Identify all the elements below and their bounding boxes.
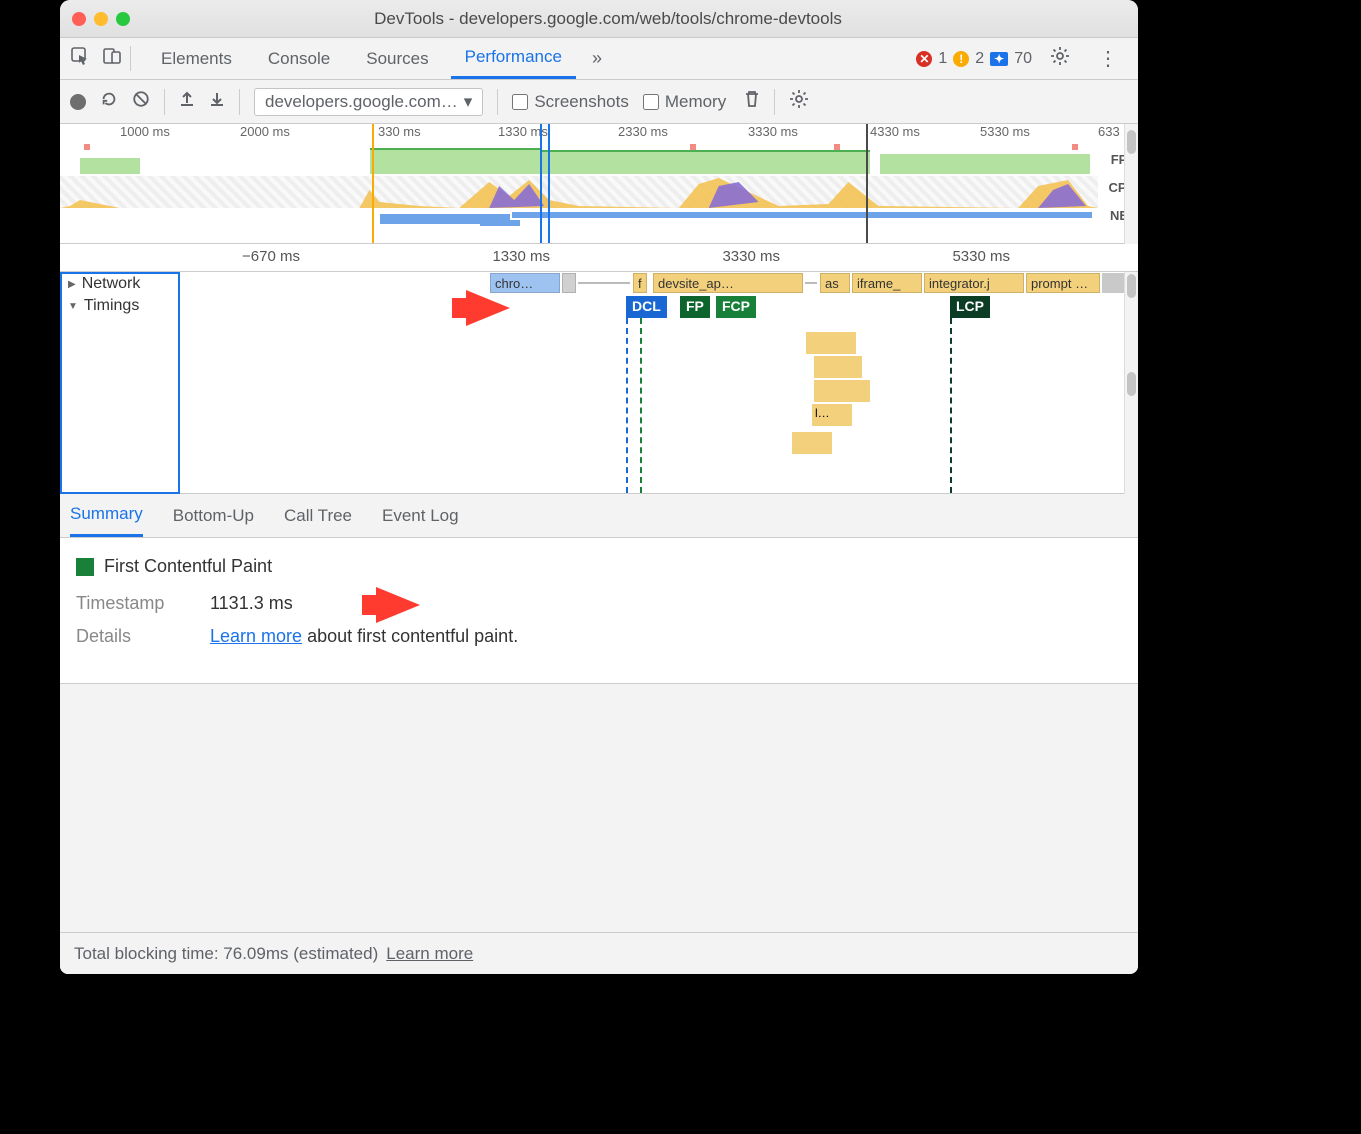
learn-more-link[interactable]: Learn more <box>210 626 302 646</box>
window-traffic-lights <box>72 12 130 26</box>
recording-selector[interactable]: developers.google.com… ▾ <box>254 88 483 116</box>
network-request[interactable] <box>562 273 576 293</box>
detail-tab-call-tree[interactable]: Call Tree <box>284 494 352 537</box>
garbage-collect-icon[interactable] <box>744 89 760 114</box>
devtools-window: DevTools - developers.google.com/web/too… <box>60 0 1138 974</box>
cpu-lane <box>60 176 1098 208</box>
summary-title: First Contentful Paint <box>104 556 272 577</box>
track-timings[interactable]: ▼Timings <box>60 294 179 316</box>
track-labels: ▶Network ▼Timings <box>60 272 180 493</box>
error-icon: ✕ <box>916 51 932 67</box>
capture-settings-icon[interactable] <box>789 89 809 114</box>
inspect-element-icon[interactable] <box>70 46 90 71</box>
network-request[interactable]: f <box>633 273 647 293</box>
long-task[interactable] <box>814 380 870 402</box>
memory-checkbox-input[interactable] <box>643 94 659 110</box>
empty-space <box>60 684 1138 932</box>
tab-performance[interactable]: Performance <box>451 38 576 79</box>
screenshots-label: Screenshots <box>534 92 629 112</box>
record-button[interactable] <box>70 94 86 110</box>
network-request[interactable]: integrator.j <box>924 273 1024 293</box>
info-icon: ✦ <box>990 52 1008 66</box>
detail-tab-summary[interactable]: Summary <box>70 494 143 537</box>
footer-learn-more-link[interactable]: Learn more <box>386 944 473 964</box>
detail-tab-event-log[interactable]: Event Log <box>382 494 459 537</box>
track-network[interactable]: ▶Network <box>60 272 179 294</box>
flame-main[interactable]: chro… f devsite_ap… as iframe_ integrato… <box>180 272 1138 493</box>
clear-icon[interactable] <box>132 90 150 113</box>
network-request[interactable]: iframe_ <box>852 273 922 293</box>
fps-lane <box>60 146 1098 174</box>
window-minimize-button[interactable] <box>94 12 108 26</box>
reload-record-icon[interactable] <box>100 90 118 113</box>
screenshots-checkbox[interactable]: Screenshots <box>512 92 629 112</box>
long-task[interactable] <box>814 356 862 378</box>
window-titlebar: DevTools - developers.google.com/web/too… <box>60 0 1138 38</box>
overview-timeline[interactable]: 1000 ms 2000 ms 330 ms 1330 ms 2330 ms 3… <box>60 124 1138 244</box>
save-profile-icon[interactable] <box>209 90 225 113</box>
long-task[interactable]: l… <box>812 404 852 426</box>
warning-count: 2 <box>975 50 984 68</box>
summary-panel: First Contentful Paint Timestamp 1131.3 … <box>60 538 1138 684</box>
dropdown-icon: ▾ <box>464 92 473 112</box>
settings-icon[interactable] <box>1040 46 1080 72</box>
load-profile-icon[interactable] <box>179 90 195 113</box>
memory-checkbox[interactable]: Memory <box>643 92 726 112</box>
device-toolbar-icon[interactable] <box>102 46 122 71</box>
window-title: DevTools - developers.google.com/web/too… <box>130 9 1126 29</box>
timestamp-label: Timestamp <box>76 593 186 614</box>
error-count: 1 <box>938 50 947 68</box>
window-zoom-button[interactable] <box>116 12 130 26</box>
annotation-arrow-icon <box>376 587 420 623</box>
details-tail: about first contentful paint. <box>302 626 518 646</box>
info-count: 70 <box>1014 50 1032 68</box>
timing-fp[interactable]: FP <box>680 296 710 318</box>
tab-sources[interactable]: Sources <box>352 38 442 79</box>
warning-icon: ! <box>953 51 969 67</box>
status-bar: Total blocking time: 76.09ms (estimated)… <box>60 932 1138 974</box>
console-status-badges[interactable]: ✕ 1 ! 2 ✦ 70 <box>916 50 1032 68</box>
window-close-button[interactable] <box>72 12 86 26</box>
recording-selector-value: developers.google.com… <box>265 92 458 112</box>
more-options-icon[interactable]: ⋮ <box>1088 46 1128 71</box>
net-lane <box>60 210 1098 226</box>
annotation-arrow-icon <box>466 290 510 326</box>
overview-scrollbar[interactable] <box>1124 124 1138 244</box>
flame-ruler: −670 ms 1330 ms 3330 ms 5330 ms <box>60 244 1138 272</box>
network-request[interactable]: prompt … <box>1026 273 1100 293</box>
long-task[interactable] <box>792 432 832 454</box>
detail-tab-bar: Summary Bottom-Up Call Tree Event Log <box>60 494 1138 538</box>
more-tabs-icon[interactable]: » <box>584 48 610 69</box>
tab-elements[interactable]: Elements <box>147 38 246 79</box>
performance-toolbar: developers.google.com… ▾ Screenshots Mem… <box>60 80 1138 124</box>
timing-fcp[interactable]: FCP <box>716 296 756 318</box>
total-blocking-time: Total blocking time: 76.09ms (estimated) <box>74 944 378 964</box>
overview-ruler: 1000 ms 2000 ms 330 ms 1330 ms 2330 ms 3… <box>60 124 1138 142</box>
tab-console[interactable]: Console <box>254 38 344 79</box>
network-request[interactable]: as <box>820 273 850 293</box>
event-color-swatch <box>76 558 94 576</box>
detail-tab-bottom-up[interactable]: Bottom-Up <box>173 494 254 537</box>
long-task[interactable] <box>806 332 856 354</box>
screenshots-checkbox-input[interactable] <box>512 94 528 110</box>
timestamp-value: 1131.3 ms <box>210 593 293 614</box>
network-request[interactable]: devsite_ap… <box>653 273 803 293</box>
memory-label: Memory <box>665 92 726 112</box>
flame-scrollbar[interactable] <box>1124 272 1138 494</box>
timing-dcl[interactable]: DCL <box>626 296 667 318</box>
timing-lcp[interactable]: LCP <box>950 296 990 318</box>
details-label: Details <box>76 626 186 647</box>
devtools-main-tab-bar: Elements Console Sources Performance » ✕… <box>60 38 1138 80</box>
flamechart-area[interactable]: −670 ms 1330 ms 3330 ms 5330 ms ▶Network… <box>60 244 1138 494</box>
